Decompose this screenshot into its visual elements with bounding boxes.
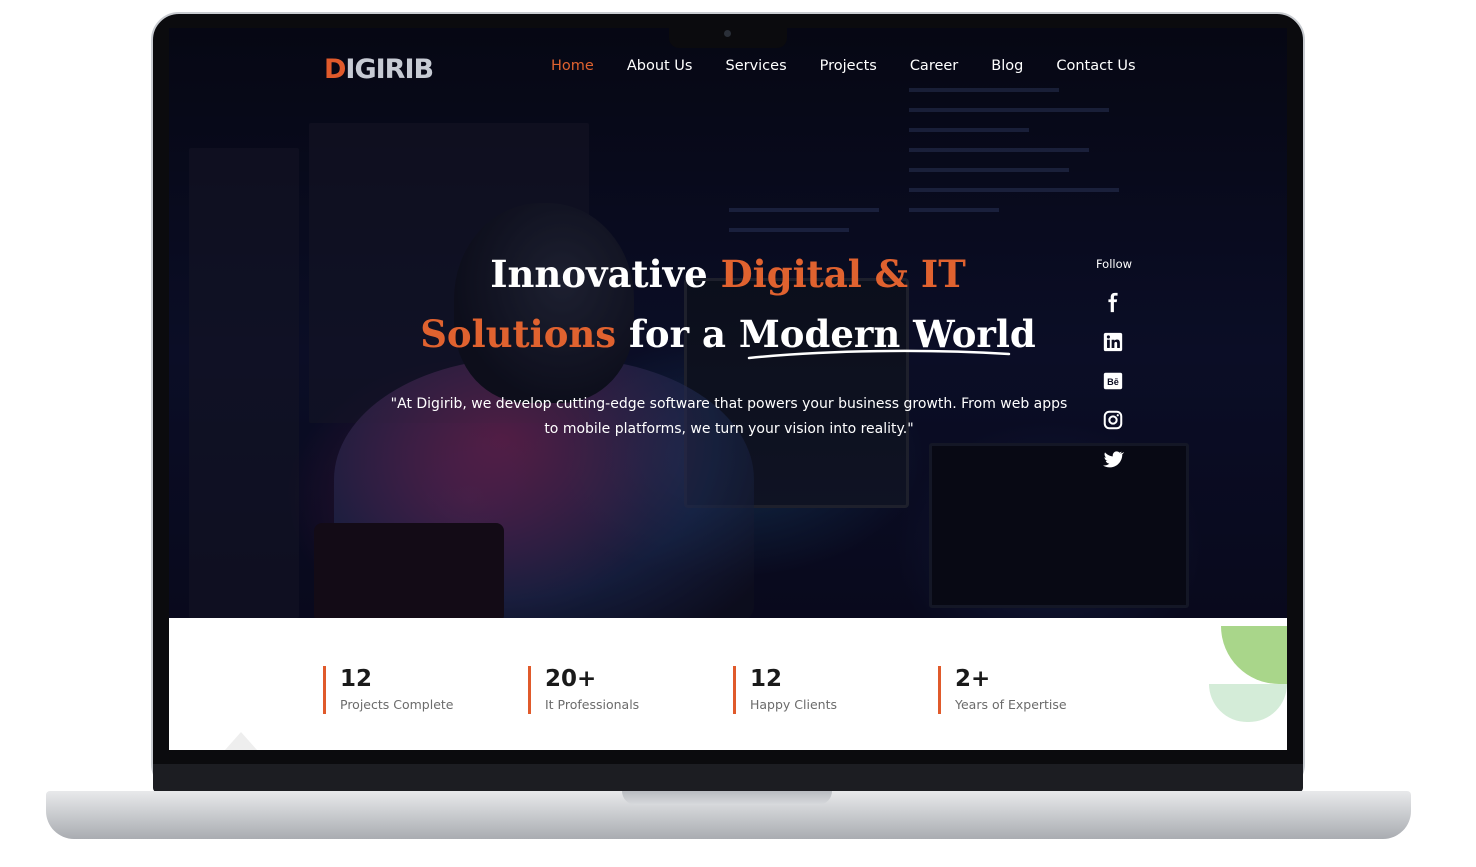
decorative-shape <box>1221 626 1287 684</box>
nav-career[interactable]: Career <box>910 58 958 74</box>
behance-icon[interactable]: Bē <box>1102 370 1124 392</box>
stat-label: Years of Expertise <box>955 697 1067 712</box>
stat-item: 20+ It Professionals <box>528 666 639 714</box>
stat-value: 2+ <box>955 666 991 692</box>
stats-section: 12 Projects Complete 20+ It Professional… <box>169 618 1287 750</box>
stat-label: It Professionals <box>545 697 640 712</box>
stat-value: 12 <box>750 666 783 692</box>
decorative-triangle <box>225 732 257 750</box>
nav-blog[interactable]: Blog <box>991 58 1023 74</box>
nav-projects[interactable]: Projects <box>820 58 877 74</box>
stat-item: 12 Happy Clients <box>733 666 837 714</box>
linkedin-icon[interactable] <box>1102 331 1124 353</box>
stat-label: Happy Clients <box>750 697 837 712</box>
social-links: Bē <box>1102 292 1126 487</box>
stat-label: Projects Complete <box>340 697 454 712</box>
headline-accent: Solutions <box>420 312 617 356</box>
decorative-shape <box>1209 684 1287 722</box>
nav-services[interactable]: Services <box>725 58 786 74</box>
hero-section: DIGIRIB Home About Us Services Projects … <box>169 28 1287 628</box>
stat-item: 12 Projects Complete <box>323 666 454 714</box>
nav-about-us[interactable]: About Us <box>627 58 693 74</box>
main-nav: Home About Us Services Projects Career B… <box>551 58 1136 74</box>
underline-swoosh-icon <box>747 349 1011 360</box>
site-logo[interactable]: DIGIRIB <box>324 54 434 85</box>
logo-rest: IGIRIB <box>345 54 434 85</box>
nav-contact-us[interactable]: Contact Us <box>1056 58 1135 74</box>
svg-text:Bē: Bē <box>1107 377 1119 387</box>
headline-accent: Digital & IT <box>720 252 966 296</box>
hero-subtext: "At Digirib, we develop cutting-edge sof… <box>390 396 1068 437</box>
nav-home[interactable]: Home <box>551 58 594 74</box>
stat-value: 20+ <box>545 666 597 692</box>
stat-item: 2+ Years of Expertise <box>938 666 1067 714</box>
follow-label: Follow <box>1095 257 1133 271</box>
laptop-hinge <box>153 764 1303 792</box>
headline-part: Innovative <box>490 252 721 296</box>
logo-initial: D <box>324 54 346 85</box>
camera-icon <box>724 30 731 37</box>
facebook-icon[interactable] <box>1102 292 1124 314</box>
website-screen: DIGIRIB Home About Us Services Projects … <box>169 28 1287 750</box>
twitter-icon[interactable] <box>1102 448 1124 470</box>
instagram-icon[interactable] <box>1102 409 1124 431</box>
laptop-base-groove <box>622 791 832 805</box>
stat-value: 12 <box>340 666 373 692</box>
